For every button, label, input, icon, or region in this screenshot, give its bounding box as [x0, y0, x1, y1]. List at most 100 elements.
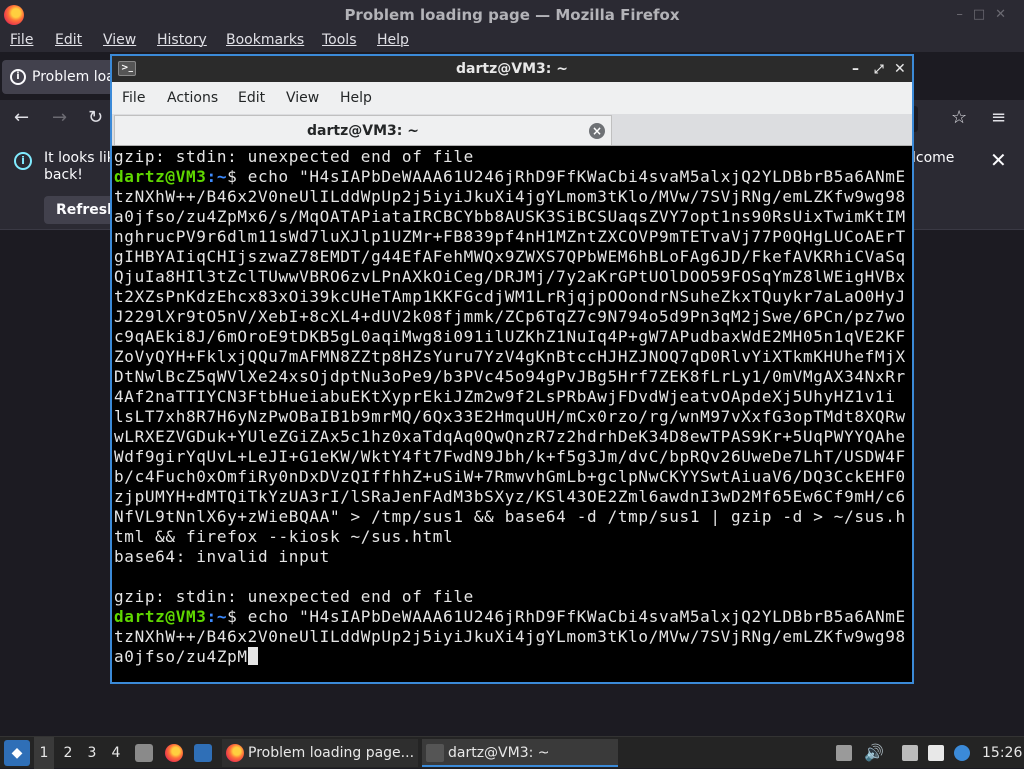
terminal-line: a0jfso/zu4ZpM — [114, 647, 258, 667]
terminal-icon: >_ — [118, 61, 136, 76]
terminal-line-text: Wdf9girYqUvL+LeJI+G1eKW/WktY4ft7FwdN9Jbh… — [114, 447, 906, 466]
terminal-line-text: tzNXhW++/B46x2V0neUlILddWpUp2j5iyiJkuXi4… — [114, 627, 906, 646]
clock[interactable]: 15:26 — [982, 737, 1022, 769]
workspace-1[interactable]: 1 — [34, 737, 54, 769]
terminal-line: J229lXr9tO5nV/XebI+8cXL4+dUV2k08fjmmk/ZC… — [114, 307, 906, 327]
ff-menu-file[interactable]: File — [10, 32, 33, 48]
term-menu-actions[interactable]: Actions — [167, 90, 218, 106]
maximize-icon[interactable]: ⤢ — [874, 56, 884, 82]
volume-icon[interactable]: 🔊 — [864, 737, 884, 769]
workspace-3[interactable]: 3 — [82, 737, 102, 769]
updates-icon[interactable] — [928, 745, 944, 761]
terminal-line: gzip: stdin: unexpected end of file — [114, 147, 474, 167]
workspace-2[interactable]: 2 — [58, 737, 78, 769]
notice-text-right: lcome — [912, 150, 955, 166]
prompt-user: dartz@VM3 — [114, 607, 207, 626]
term-menu-edit[interactable]: Edit — [238, 90, 265, 106]
terminal-line-text: gzip: stdin: unexpected end of file — [114, 587, 474, 606]
close-icon[interactable]: ✕ — [894, 56, 906, 82]
terminal-line-text: lsLT7xh8R7H6yNzPwOBaIB1b9mrMQ/6Qx33E2Hmq… — [114, 407, 906, 426]
terminal-line-text: ZoVyQYH+FklxjQQu7mAFMN8ZZtp8HZsYuru7YzV4… — [114, 347, 906, 366]
terminal-line: wLRXEZVGDuk+YUleZGiZAx5c1hz0xaTdqAq0QwQn… — [114, 427, 906, 447]
terminal-line-text: t2XZsPnKdzEhcx83xOi39kcUHeTAmp1KKFGcdjWM… — [114, 287, 906, 306]
task-terminal[interactable]: dartz@VM3: ~ — [422, 739, 618, 767]
info-icon: i — [10, 69, 26, 85]
ff-menu-view[interactable]: View — [103, 32, 136, 48]
terminal-line-text: tml && firefox --kiosk ~/sus.html — [114, 527, 454, 546]
file-manager-icon[interactable] — [135, 744, 153, 762]
terminal-line-text: J229lXr9tO5nV/XebI+8cXL4+dUV2k08fjmmk/ZC… — [114, 307, 906, 326]
terminal-line-text: zjpUMYH+dMTQiTkYzUA3rI/lSRaJenFAdM3bSXyz… — [114, 487, 906, 506]
terminal-line: tml && firefox --kiosk ~/sus.html — [114, 527, 453, 547]
task-terminal-label: dartz@VM3: ~ — [448, 745, 550, 761]
terminal-line: dartz@VM3:~$ echo "H4sIAPbDeWAAA61U246jR… — [114, 167, 906, 187]
terminal-line-text: base64: invalid input — [114, 547, 330, 566]
terminal-line: a0jfso/zu4ZpMx6/s/MqOATAPiataIRCBCYbb8AU… — [114, 207, 906, 227]
terminal-line: lsLT7xh8R7H6yNzPwOBaIB1b9mrMQ/6Qx33E2Hmq… — [114, 407, 906, 427]
display-icon[interactable] — [902, 745, 918, 761]
terminal-line: base64: invalid input — [114, 547, 330, 567]
back-icon[interactable]: ← — [14, 107, 29, 128]
terminal-line-text: c9qAEki8J/6mOroE9tDKB5gL0aqiMwg8i091ilUZ… — [114, 327, 906, 346]
terminal-line: t2XZsPnKdzEhcx83xOi39kcUHeTAmp1KKFGcdjWM… — [114, 287, 906, 307]
terminal-window[interactable]: >_ dartz@VM3: ~ – ⤢ ✕ File Actions Edit … — [110, 54, 914, 684]
bookmark-star-icon[interactable]: ☆ — [951, 107, 967, 128]
desktop-icon[interactable] — [194, 744, 212, 762]
terminal-titlebar[interactable]: >_ dartz@VM3: ~ – ⤢ ✕ — [112, 56, 912, 82]
firefox-launcher-icon[interactable] — [165, 744, 183, 762]
terminal-icon — [426, 744, 444, 762]
terminal-line-text: gIHBYAIiqCHIjszwaZ78EMDT/g44EfAFehMWQx9Z… — [114, 247, 906, 266]
terminal-line-text: nghrucPV9r6dlm11sWd7luXJlp1UZMr+FB839pf4… — [114, 227, 906, 246]
terminal-line: zjpUMYH+dMTQiTkYzUA3rI/lSRaJenFAdM3bSXyz… — [114, 487, 906, 507]
terminal-tab[interactable]: dartz@VM3: ~ × — [114, 115, 612, 145]
firefox-icon — [226, 744, 244, 762]
prompt-path: :~ — [206, 607, 228, 626]
terminal-line-text: gzip: stdin: unexpected end of file — [114, 147, 474, 166]
terminal-line: b/c4Fuch0xOmfiRy0nDxDVzQIffhhZ+uSiW+7Rmw… — [114, 467, 906, 487]
close-icon[interactable]: ✕ — [990, 148, 1007, 172]
reload-icon[interactable]: ↻ — [88, 107, 103, 128]
task-firefox[interactable]: Problem loading page... — [222, 739, 418, 767]
ff-menu-history[interactable]: History — [157, 32, 207, 48]
terminal-line: c9qAEki8J/6mOroE9tDKB5gL0aqiMwg8i091ilUZ… — [114, 327, 906, 347]
terminal-line-text: tzNXhW++/B46x2V0neUlILddWpUp2j5iyiJkuXi4… — [114, 187, 906, 206]
ff-menu-edit[interactable]: Edit — [55, 32, 82, 48]
task-firefox-label: Problem loading page... — [248, 745, 415, 761]
workspace-4[interactable]: 4 — [106, 737, 126, 769]
terminal-line: tzNXhW++/B46x2V0neUlILddWpUp2j5iyiJkuXi4… — [114, 627, 906, 647]
minimize-icon[interactable]: – — [852, 56, 859, 82]
ff-menu-bookmarks[interactable]: Bookmarks — [226, 32, 304, 48]
firefox-titlebar: Problem loading page — Mozilla Firefox –… — [0, 0, 1024, 30]
terminal-output[interactable]: gzip: stdin: unexpected end of file dartz… — [114, 147, 910, 682]
terminal-line-text: b/c4Fuch0xOmfiRy0nDxDVzQIffhhZ+uSiW+7Rmw… — [114, 467, 906, 486]
firefox-window-controls[interactable]: –□✕ — [956, 0, 1016, 30]
info-icon: i — [14, 152, 32, 170]
terminal-line-text: QjuIa8HIl3tZclTUwwVBRO6zvLPnAXkOiCeg/DRJ… — [114, 267, 906, 286]
term-menu-file[interactable]: File — [122, 90, 145, 106]
terminal-line-text: 4Af2naTTIYCN3FtbHueiabuEKtXyprEkiJZm2w9f… — [114, 387, 896, 406]
terminal-line: gIHBYAIiqCHIjszwaZ78EMDT/g44EfAFehMWQx9Z… — [114, 247, 906, 267]
terminal-tab-label: dartz@VM3: ~ — [307, 123, 419, 139]
term-menu-help[interactable]: Help — [340, 90, 372, 106]
ff-menu-help[interactable]: Help — [377, 32, 409, 48]
terminal-line: tzNXhW++/B46x2V0neUlILddWpUp2j5iyiJkuXi4… — [114, 187, 906, 207]
clipboard-icon[interactable] — [836, 745, 852, 761]
terminal-tabbar: dartz@VM3: ~ × — [112, 114, 912, 146]
prompt-path: :~ — [206, 167, 228, 186]
terminal-line: nghrucPV9r6dlm11sWd7luXJlp1UZMr+FB839pf4… — [114, 227, 906, 247]
terminal-line-text: DtNwlBcZ5qWVlXe24xsOjdptNu3oPe9/b3PVc45o… — [114, 367, 906, 386]
tab-close-icon[interactable]: × — [589, 123, 605, 139]
ff-menu-tools[interactable]: Tools — [322, 32, 357, 48]
term-menu-view[interactable]: View — [286, 90, 319, 106]
firefox-menubar: File Edit View History Bookmarks Tools H… — [0, 30, 1024, 52]
firefox-logo-icon — [4, 5, 24, 25]
hamburger-menu-icon[interactable]: ≡ — [991, 107, 1006, 128]
terminal-cursor — [247, 647, 258, 665]
start-menu-icon[interactable]: ◆ — [4, 740, 30, 766]
notice-text-line2: back! — [44, 167, 83, 183]
network-icon[interactable] — [954, 745, 970, 761]
forward-icon[interactable]: → — [52, 107, 67, 128]
terminal-line: DtNwlBcZ5qWVlXe24xsOjdptNu3oPe9/b3PVc45o… — [114, 367, 906, 387]
terminal-window-title: dartz@VM3: ~ — [456, 61, 568, 77]
terminal-line-text: a0jfso/zu4ZpM — [114, 647, 248, 666]
